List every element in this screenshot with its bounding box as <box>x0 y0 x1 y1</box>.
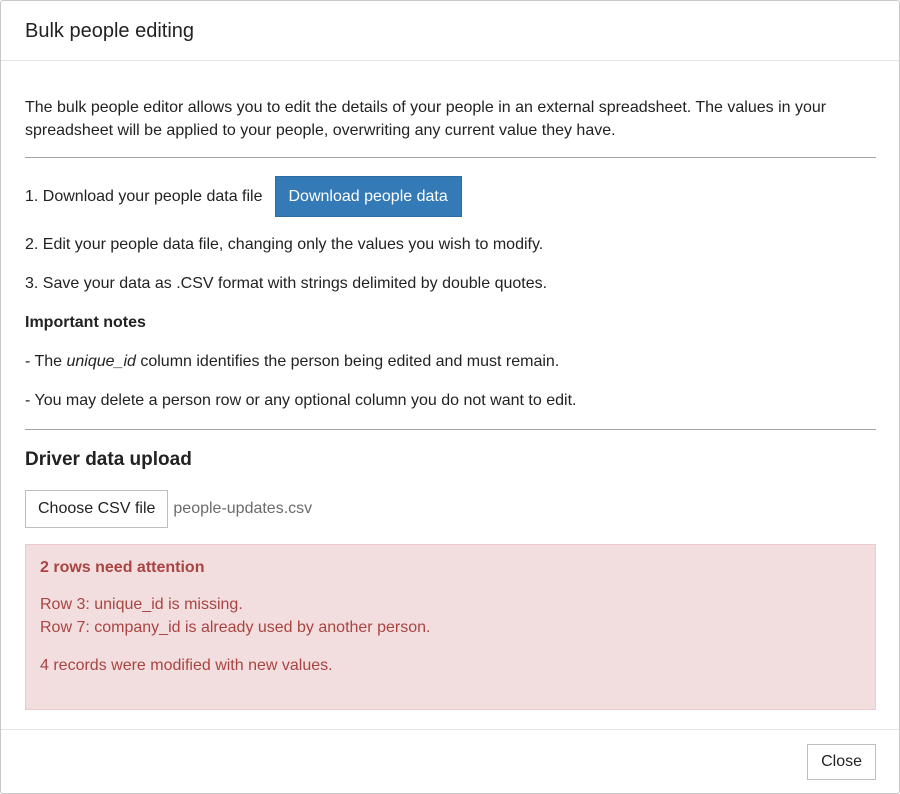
bulk-edit-dialog: Bulk people editing The bulk people edit… <box>0 0 900 794</box>
step-1-text: 1. Download your people data file <box>25 188 263 205</box>
divider <box>25 429 876 430</box>
close-button[interactable]: Close <box>807 744 876 780</box>
download-people-data-button[interactable]: Download people data <box>274 176 462 217</box>
dialog-footer: Close <box>1 729 899 794</box>
intro-text: The bulk people editor allows you to edi… <box>25 99 827 139</box>
file-picker: Choose CSV file people-updates.csv <box>25 490 876 528</box>
note-1-suffix: column identifies the person being edite… <box>135 353 560 370</box>
upload-heading: Driver data upload <box>25 449 192 470</box>
dialog-title: Bulk people editing <box>25 19 195 42</box>
step-3-text: 3. Save your data as .CSV format with st… <box>25 275 548 292</box>
note-1-prefix: - The <box>25 353 67 370</box>
note-unique-id: - The unique_id column identifies the pe… <box>25 350 876 373</box>
dialog-body: The bulk people editor allows you to edi… <box>25 61 876 710</box>
alert-summary: 4 records were modified with new values. <box>40 657 333 674</box>
alert-error-item: Row 7: company_id is already used by ano… <box>40 619 431 636</box>
choose-csv-file-button[interactable]: Choose CSV file <box>25 490 169 528</box>
error-alert: 2 rows need attention Row 3: unique_id i… <box>25 544 876 710</box>
step-2-text: 2. Edit your people data file, changing … <box>25 236 544 253</box>
note-delete-rows: - You may delete a person row or any opt… <box>25 392 577 409</box>
note-1-emphasis: unique_id <box>66 353 136 370</box>
alert-error-item: Row 3: unique_id is missing. <box>40 596 243 613</box>
important-notes-heading: Important notes <box>25 314 146 331</box>
dialog-header: Bulk people editing <box>1 1 899 61</box>
selected-file-name: people-updates.csv <box>173 500 313 517</box>
alert-error-list: Row 3: unique_id is missing. Row 7: comp… <box>40 593 861 639</box>
divider <box>25 157 876 158</box>
step-1: 1. Download your people data file Downlo… <box>25 176 876 217</box>
alert-title: 2 rows need attention <box>40 559 205 576</box>
